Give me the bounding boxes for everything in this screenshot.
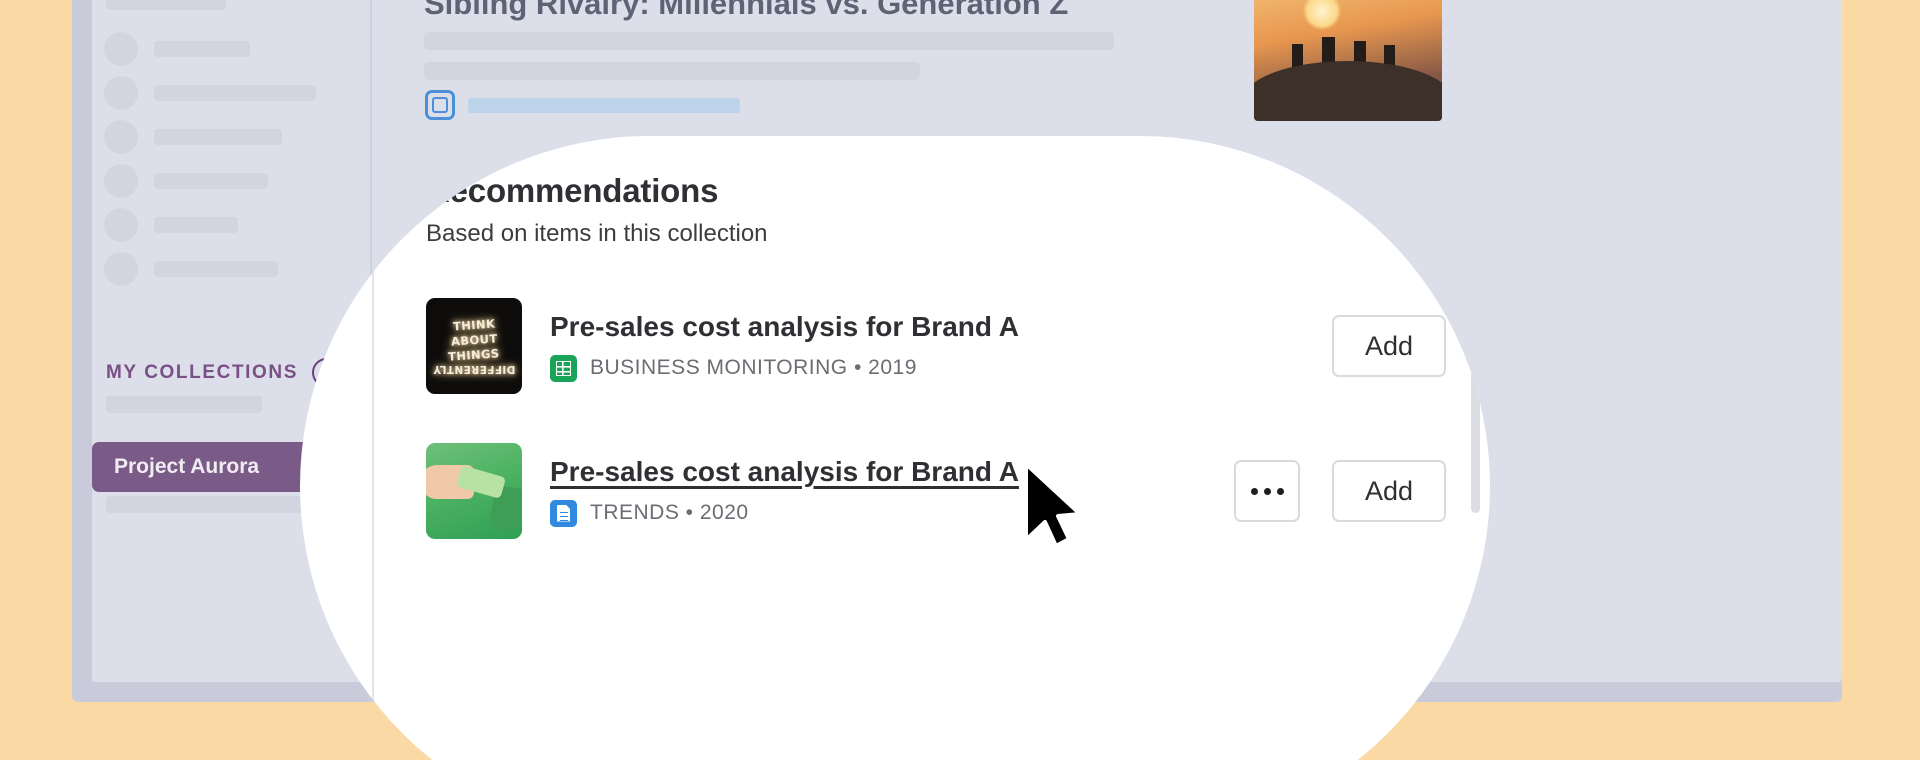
page-root: MY COLLECTIONS Project Aurora Sibling Ri… xyxy=(0,0,1920,760)
recommendations-title: Recommendations xyxy=(426,172,719,209)
sidebar-skeleton-avatar xyxy=(104,252,138,286)
item-meta-row: BUSINESS MONITORING • 2019 xyxy=(550,354,1234,382)
list-item[interactable]: THINK ABOUT THINGS DIFFERENTLY Pre-sales… xyxy=(426,298,1446,394)
article-thumbnail-image xyxy=(1254,0,1442,121)
item-title[interactable]: Pre-sales cost analysis for Brand A xyxy=(550,456,1234,488)
add-button[interactable]: Add xyxy=(1332,460,1446,522)
sidebar-section-my-collections: MY COLLECTIONS xyxy=(106,358,341,387)
item-title[interactable]: Pre-sales cost analysis for Brand A xyxy=(550,311,1234,343)
sidebar-skeleton-bar xyxy=(154,129,282,145)
recommendations-panel: Recommendations Based on items in this c… xyxy=(300,136,1490,760)
list-item[interactable]: Pre-sales cost analysis for Brand A TREN… xyxy=(426,443,1446,539)
spreadsheet-icon xyxy=(550,354,577,382)
panel-divider xyxy=(372,136,374,760)
sidebar-skeleton-avatar xyxy=(104,208,138,242)
sidebar-skeleton-bar xyxy=(154,217,238,233)
add-button[interactable]: Add xyxy=(1332,315,1446,377)
recommendations-header: Recommendations Based on items in this c… xyxy=(426,172,768,248)
thumbnail-text-line: THINK xyxy=(452,316,496,333)
item-thumbnail xyxy=(426,443,522,539)
sidebar-skeleton-bar xyxy=(106,396,262,413)
item-meta-row: TRENDS • 2020 xyxy=(550,499,1234,527)
item-meta-text: TRENDS • 2020 xyxy=(590,501,749,524)
sun-shape xyxy=(1302,0,1341,31)
item-actions: Add xyxy=(1234,315,1446,377)
panel-scrollbar[interactable] xyxy=(1471,328,1480,513)
sidebar-skeleton-avatar xyxy=(104,120,138,154)
document-icon xyxy=(550,499,577,527)
item-text-block: Pre-sales cost analysis for Brand A TREN… xyxy=(550,456,1234,527)
sidebar-skeleton-bar xyxy=(154,41,250,57)
mouse-cursor xyxy=(1024,462,1082,548)
content-skeleton-tag xyxy=(468,98,740,113)
my-collections-label: MY COLLECTIONS xyxy=(106,361,298,383)
page-title: Sibling Rivalry: Millennials vs. Generat… xyxy=(424,0,1069,21)
sidebar-skeleton-bar xyxy=(106,0,226,10)
sidebar-skeleton-avatar xyxy=(104,164,138,198)
collection-name: Project Aurora xyxy=(114,455,260,478)
document-tag-icon xyxy=(425,90,455,120)
dot xyxy=(1276,487,1284,495)
content-skeleton-line xyxy=(424,32,1114,50)
thumbnail-text-line: DIFFERENTLY xyxy=(432,362,516,375)
thumbnail-text-line: ABOUT xyxy=(450,330,498,349)
dot xyxy=(1263,487,1271,495)
sidebar-skeleton-avatar xyxy=(104,32,138,66)
sidebar-skeleton-bar xyxy=(154,85,316,101)
item-actions: Add xyxy=(1234,460,1446,522)
sidebar-skeleton-bar xyxy=(154,261,278,277)
item-text-block: Pre-sales cost analysis for Brand A BUSI… xyxy=(550,311,1234,382)
sidebar-skeleton-avatar xyxy=(104,76,138,110)
dot xyxy=(1250,487,1258,495)
item-thumbnail: THINK ABOUT THINGS DIFFERENTLY xyxy=(426,298,522,394)
more-options-button[interactable] xyxy=(1234,460,1300,522)
sidebar-skeleton-bar xyxy=(106,496,308,513)
recommendations-subtitle: Based on items in this collection xyxy=(426,220,768,247)
sidebar-skeleton-bar xyxy=(154,173,268,189)
content-skeleton-line xyxy=(424,62,920,80)
thumbnail-text-line: THINGS xyxy=(447,345,501,364)
item-meta-text: BUSINESS MONITORING • 2019 xyxy=(590,356,917,379)
hill-shape xyxy=(1254,60,1442,121)
